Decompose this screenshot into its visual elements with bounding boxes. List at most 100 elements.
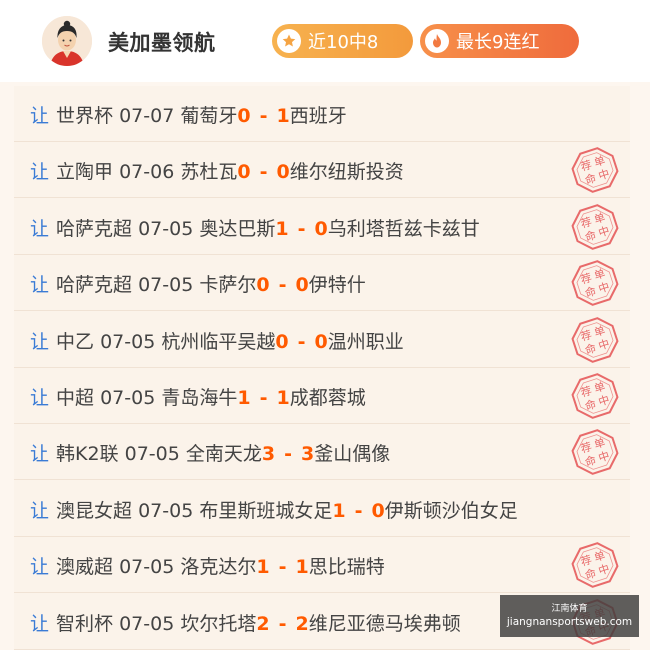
handicap-tag: 让 bbox=[30, 612, 50, 635]
match-date: 07-07 bbox=[119, 105, 175, 127]
away-team: 维尔纽斯投资 bbox=[289, 161, 404, 184]
away-team: 乌利塔哲兹卡兹甘 bbox=[327, 217, 480, 240]
match-text: 让哈萨克超 07-05 卡萨尔0-0伊特什 bbox=[30, 270, 366, 297]
match-text: 让立陶甲 07-06 苏杜瓦0-0维尔纽斯投资 bbox=[30, 157, 404, 184]
away-team: 思比瑞特 bbox=[308, 556, 385, 579]
score-separator: - bbox=[278, 274, 287, 297]
match-row[interactable]: 让中乙 07-05 杭州临平吴越0-0温州职业荐单命中 bbox=[14, 312, 630, 368]
home-score: 1 bbox=[332, 499, 346, 522]
handicap-tag: 让 bbox=[30, 387, 50, 409]
match-text: 让世界杯 07-07 葡萄牙0-1西班牙 bbox=[30, 101, 347, 128]
league-name: 中超 bbox=[56, 387, 95, 409]
hit-stamp-icon: 荐单命中 bbox=[571, 147, 619, 194]
match-row[interactable]: 让哈萨克超 07-05 奥达巴斯1-0乌利塔哲兹卡兹甘 荐单命中 bbox=[14, 199, 630, 255]
away-score: 0 bbox=[371, 499, 385, 522]
expert-name: 美加墨领航 bbox=[108, 31, 216, 55]
home-score: 0 bbox=[237, 161, 251, 184]
league-name: 澳昆女超 bbox=[56, 499, 133, 522]
avatar-portrait-icon bbox=[42, 16, 92, 66]
away-team: 伊特什 bbox=[308, 274, 366, 297]
handicap-tag: 让 bbox=[30, 556, 50, 579]
match-row[interactable]: 让澳威超 07-05 洛克达尔1-1思比瑞特 荐单命中 bbox=[14, 537, 630, 594]
league-name: 澳威超 bbox=[56, 556, 114, 579]
away-team: 维尼亚德马埃弗顿 bbox=[308, 612, 461, 635]
home-team: 奥达巴斯 bbox=[199, 217, 276, 240]
score-separator: - bbox=[278, 556, 287, 579]
match-date: 07-05 bbox=[119, 612, 175, 635]
hit-stamp-icon: 荐单命中 bbox=[571, 542, 619, 589]
score-separator: - bbox=[297, 217, 306, 240]
match-row[interactable]: 让世界杯 07-07 葡萄牙0-1西班牙 bbox=[14, 86, 630, 142]
match-text: 让中乙 07-05 杭州临平吴越0-0温州职业 bbox=[30, 327, 404, 354]
handicap-tag: 让 bbox=[30, 274, 50, 297]
away-score: 0 bbox=[314, 330, 328, 353]
score-separator: - bbox=[297, 330, 306, 353]
match-text: 让智利杯 07-05 坎尔托塔2-2维尼亚德马埃弗顿 bbox=[30, 609, 461, 636]
hit-stamp-icon: 荐单命中 bbox=[571, 316, 619, 363]
recent-record-label: 近10中8 bbox=[308, 32, 379, 53]
match-date: 07-05 bbox=[138, 499, 194, 522]
watermark-title: 江南体育 bbox=[551, 603, 588, 614]
streak-label: 最长9连红 bbox=[456, 32, 540, 53]
home-team: 杭州临平吴越 bbox=[161, 330, 276, 353]
recent-record-badge: 近10中8 bbox=[272, 24, 413, 58]
score-separator: - bbox=[259, 387, 268, 409]
handicap-tag: 让 bbox=[30, 105, 50, 127]
match-text: 让澳威超 07-05 洛克达尔1-1思比瑞特 bbox=[30, 552, 385, 579]
score-separator: - bbox=[354, 499, 363, 522]
match-text: 让中超 07-05 青岛海牛1-1成都蓉城 bbox=[30, 383, 366, 410]
home-score: 0 bbox=[256, 274, 270, 297]
streak-badge: 最长9连红 bbox=[420, 24, 579, 58]
flame-icon bbox=[425, 29, 449, 53]
handicap-tag: 让 bbox=[30, 161, 50, 184]
away-team: 成都蓉城 bbox=[289, 387, 366, 409]
svg-text:中: 中 bbox=[597, 167, 611, 183]
match-row[interactable]: 让中超 07-05 青岛海牛1-1成都蓉城荐单命中 bbox=[14, 368, 630, 424]
score-separator: - bbox=[259, 161, 268, 184]
match-text: 让韩K2联 07-05 全南天龙3-3釜山偶像 bbox=[30, 439, 390, 466]
hit-stamp-icon: 荐单命中 bbox=[571, 429, 619, 476]
handicap-tag: 让 bbox=[30, 443, 50, 466]
expert-avatar[interactable] bbox=[42, 16, 92, 66]
score-separator: - bbox=[284, 443, 293, 466]
home-team: 卡萨尔 bbox=[199, 274, 257, 297]
score-separator: - bbox=[259, 105, 268, 127]
home-team: 坎尔托塔 bbox=[180, 612, 257, 635]
score-separator: - bbox=[278, 612, 287, 635]
home-team: 布里斯班城女足 bbox=[199, 499, 333, 522]
match-row[interactable]: 让哈萨克超 07-05 卡萨尔0-0伊特什 荐单命中 bbox=[14, 255, 630, 312]
home-score: 1 bbox=[237, 387, 251, 409]
home-score: 0 bbox=[237, 105, 251, 127]
match-date: 07-05 bbox=[100, 387, 156, 409]
hit-stamp-icon: 荐单命中 bbox=[571, 203, 619, 250]
match-row[interactable]: 让澳昆女超 07-05 布里斯班城女足1-0伊斯顿沙伯女足 bbox=[14, 481, 630, 537]
hit-stamp-icon: 荐单命中 bbox=[571, 260, 619, 307]
league-name: 智利杯 bbox=[56, 612, 114, 635]
match-row[interactable]: 让韩K2联 07-05 全南天龙3-3釜山偶像 荐单命中 bbox=[14, 424, 630, 481]
league-name: 哈萨克超 bbox=[56, 274, 133, 297]
away-score: 1 bbox=[276, 387, 290, 409]
watermark-url: jiangnansportsweb.com bbox=[506, 615, 633, 628]
league-name: 中乙 bbox=[56, 330, 95, 353]
home-score: 1 bbox=[256, 556, 270, 579]
away-score: 1 bbox=[276, 105, 290, 127]
match-row[interactable]: 让立陶甲 07-06 苏杜瓦0-0维尔纽斯投资 荐单命中 bbox=[14, 142, 630, 199]
away-score: 0 bbox=[276, 161, 290, 184]
home-team: 苏杜瓦 bbox=[180, 161, 238, 184]
league-name: 哈萨克超 bbox=[56, 217, 133, 240]
handicap-tag: 让 bbox=[30, 217, 50, 240]
svg-text:中: 中 bbox=[597, 562, 611, 578]
away-score: 0 bbox=[295, 274, 309, 297]
away-score: 1 bbox=[295, 556, 309, 579]
away-score: 2 bbox=[295, 612, 309, 635]
match-text: 让哈萨克超 07-05 奥达巴斯1-0乌利塔哲兹卡兹甘 bbox=[30, 214, 480, 241]
site-watermark: 江南体育 jiangnansportsweb.com bbox=[500, 595, 639, 637]
match-date: 07-05 bbox=[124, 443, 180, 466]
away-score: 0 bbox=[314, 217, 328, 240]
home-score: 1 bbox=[275, 217, 289, 240]
svg-text:中: 中 bbox=[597, 224, 611, 240]
expert-header: 美加墨领航 近10中8 最长9连红 bbox=[0, 0, 650, 82]
svg-text:中: 中 bbox=[597, 280, 611, 296]
match-list: 让世界杯 07-07 葡萄牙0-1西班牙让立陶甲 07-06 苏杜瓦0-0维尔纽… bbox=[14, 86, 630, 650]
league-name: 韩K2联 bbox=[56, 443, 119, 466]
